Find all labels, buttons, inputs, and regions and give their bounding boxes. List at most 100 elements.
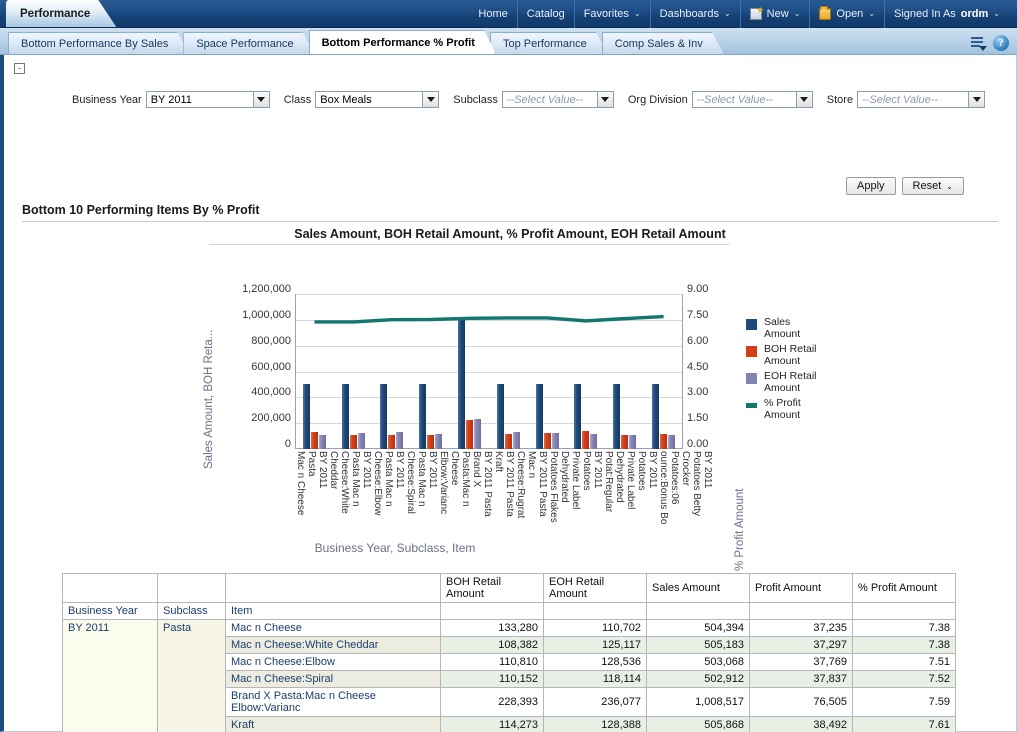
table-column-header[interactable]: Business Year [63,603,158,620]
reset-button[interactable]: Reset ⌄ [902,177,964,195]
tab-label: Bottom Performance % Profit [322,37,475,49]
x-tick-label: BY 2011 Pasta Mac n Cheese:Spiral [405,451,438,537]
open-folder-icon [819,8,831,20]
chevron-down-icon[interactable] [423,91,439,108]
nav-item-new[interactable]: New ⌄ [740,0,810,28]
cell-boh: 133,280 [441,620,544,637]
table-column-header[interactable]: BOH Retail Amount [441,574,544,603]
chart-title: Sales Amount, BOH Retail Amount, % Profi… [4,227,1016,241]
cell-pct: 7.51 [853,654,956,671]
cell-pct: 7.38 [853,637,956,654]
table-column-header[interactable]: Sales Amount [647,574,750,603]
tab-bottom-performance-profit[interactable]: Bottom Performance % Profit [309,30,496,54]
help-icon[interactable]: ? [993,35,1009,51]
cell-eoh: 118,114 [544,671,647,688]
cell-eoh: 110,702 [544,620,647,637]
chart-x-axis-title: Business Year, Subclass, Item [4,541,1016,555]
apply-button[interactable]: Apply [846,177,896,195]
x-tick-label: BY 2011 Pasta Mac n Cheese:Rugrat [515,451,548,537]
chevron-down-icon: ⌄ [794,9,801,18]
filter-business-year[interactable]: BY 2011 [146,91,270,108]
filter-org-division[interactable]: --Select Value-- [692,91,813,108]
legend-item[interactable]: EOH Retail Amount [746,371,817,394]
cell-item[interactable]: Mac n Cheese:White Cheddar [226,637,441,654]
chevron-down-icon: ⌄ [868,9,875,18]
filter-class[interactable]: Box Meals [315,91,439,108]
table-header-spacer [544,603,647,620]
filter-value-class[interactable]: Box Meals [315,91,423,108]
table-column-header[interactable]: Item [226,603,441,620]
cell-profit: 37,297 [750,637,853,654]
legend-swatch [746,319,757,330]
chevron-down-icon[interactable] [969,91,985,108]
signed-in-as[interactable]: Signed In Asordm⌄ [884,0,1009,28]
collapse-section-toggle[interactable]: - [14,63,25,74]
nav-item-catalog[interactable]: Catalog [517,0,574,28]
app-title-tab[interactable]: Performance [6,0,116,27]
cell-profit: 38,492 [750,717,853,732]
legend-item[interactable]: % Profit Amount [746,398,817,421]
cell-item[interactable]: Mac n Cheese:Spiral [226,671,441,688]
legend-swatch [746,373,757,384]
filter-label-subclass: Subclass [453,94,498,106]
x-tick-label: BY 2011 Pasta Mac n Cheese [295,451,328,537]
global-nav: HomeCatalogFavorites⌄Dashboards⌄New⌄Open… [469,0,1017,27]
cell-eoh: 125,117 [544,637,647,654]
legend-item[interactable]: BOH Retail Amount [746,344,817,367]
cell-sales: 503,068 [647,654,750,671]
reset-button-label: Reset [913,180,942,192]
filter-value-subclass[interactable]: --Select Value-- [502,91,598,108]
chart-plot-area: Sales Amount, BOH Reta... % Profit Amoun… [4,251,1016,541]
tab-space-performance[interactable]: Space Performance [183,32,314,54]
y-tick-label: 1,000,000 [242,309,291,321]
y2-tick-label: 6.00 [687,335,708,347]
filter-value-store[interactable]: --Select Value-- [857,91,969,108]
nav-item-dashboards[interactable]: Dashboards⌄ [650,0,740,28]
tab-comp-sales-inv[interactable]: Comp Sales & Inv [602,32,724,54]
cell-item[interactable]: Mac n Cheese [226,620,441,637]
y2-tick-label: 7.50 [687,309,708,321]
cell-boh: 228,393 [441,688,544,717]
cell-item[interactable]: Brand X Pasta:Mac n Cheese Elbow:Varianc [226,688,441,717]
table-column-header[interactable]: % Profit Amount [853,574,956,603]
chart-y2-axis-title: % Profit Amount [734,489,746,571]
chevron-down-icon[interactable] [598,91,614,108]
cell-eoh: 128,388 [544,717,647,732]
cell-item[interactable]: Mac n Cheese:Elbow [226,654,441,671]
filter-label-org-division: Org Division [628,94,688,106]
filter-value-business-year[interactable]: BY 2011 [146,91,254,108]
x-tick-label: BY 2011 Pasta Brand X Pasta:Mac n Cheese… [438,451,493,537]
filter-value-org-division[interactable]: --Select Value-- [692,91,797,108]
y2-tick-label: 9.00 [687,283,708,295]
cell-boh: 114,273 [441,717,544,732]
nav-item-home[interactable]: Home [469,0,516,28]
new-document-icon [750,8,762,20]
chart-legend: Sales Amount BOH Retail Amount EOH Retail … [746,317,817,425]
filter-subclass[interactable]: --Select Value-- [502,91,614,108]
table-column-header[interactable]: Subclass [158,603,226,620]
nav-item-label: Home [478,8,507,20]
cell-profit: 37,235 [750,620,853,637]
cell-sales: 505,183 [647,637,750,654]
nav-item-label: New [767,8,789,20]
chevron-down-icon: ⌄ [993,9,1000,18]
nav-item-favorites[interactable]: Favorites⌄ [574,0,650,28]
legend-item[interactable]: Sales Amount [746,317,817,340]
cell-item[interactable]: Kraft [226,717,441,732]
chevron-down-icon[interactable] [254,91,270,108]
filter-store[interactable]: --Select Value-- [857,91,985,108]
y2-tick-label: 0.00 [687,438,708,450]
tab-bottom-performance-by-sales[interactable]: Bottom Performance By Sales [8,32,189,54]
page-options-icon[interactable] [971,36,987,50]
table-column-header[interactable]: Profit Amount [750,574,853,603]
y2-tick-label: 3.00 [687,386,708,398]
nav-item-label: Favorites [584,8,629,20]
table-column-header[interactable]: EOH Retail Amount [544,574,647,603]
chevron-down-icon[interactable] [797,91,813,108]
nav-item-open[interactable]: Open⌄ [809,0,884,28]
cell-sales: 1,008,517 [647,688,750,717]
x-tick-label: BY 2011 Pasta Kraft [493,451,515,537]
cell-sales: 502,912 [647,671,750,688]
cell-profit: 37,769 [750,654,853,671]
tab-top-performance[interactable]: Top Performance [490,32,608,54]
